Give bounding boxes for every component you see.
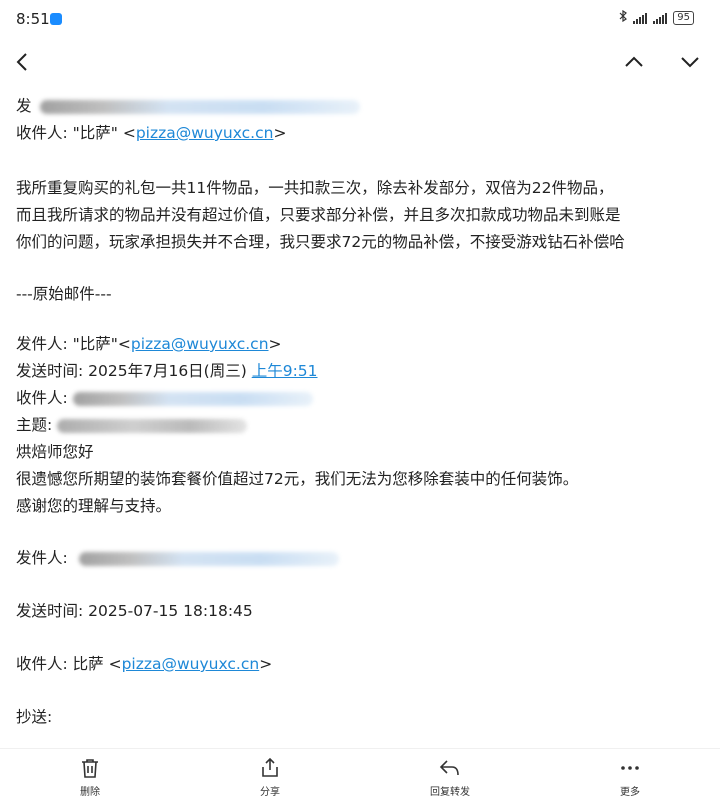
redacted-recipient (72, 391, 313, 406)
to2-email-link[interactable]: pizza@wuyuxc.cn (122, 655, 260, 673)
previous-email-button[interactable] (620, 48, 648, 76)
chevron-down-icon (681, 57, 699, 68)
chevron-up-icon (625, 56, 643, 67)
orig-sent-time-link[interactable]: 上午9:51 (252, 362, 318, 380)
redacted-sender-2 (78, 551, 339, 566)
body-line-1: 我所重复购买的礼包一共11件物品，一共扣款三次，除去补发部分，双倍为22件物品， (16, 179, 614, 197)
sent2-line: 发送时间: 2025-07-15 18:18:45 (16, 602, 253, 620)
reply-forward-button[interactable]: 回复转发 (410, 757, 490, 798)
cc-line: 抄送: (16, 708, 53, 726)
recipient-line: 收件人: "比萨" <pizza@wuyuxc.cn> (16, 124, 287, 142)
body-line-2: 而且我所请求的物品并没有超过价值，只要求部分补偿，并且多次扣款成功物品未到账是 (16, 206, 621, 224)
redacted-subject (57, 418, 248, 433)
toolbar (0, 40, 720, 84)
orig-sent-line: 发送时间: 2025年7月16日(周三) 上午9:51 (16, 362, 318, 380)
reply-line-2: 感谢您的理解与支持。 (16, 497, 172, 515)
delete-button[interactable]: 删除 (50, 757, 130, 798)
more-button[interactable]: 更多 (590, 757, 670, 798)
more-dots-icon (621, 766, 639, 770)
back-button[interactable] (8, 48, 36, 76)
redacted-sender (40, 99, 361, 114)
battery-icon: 95 (673, 10, 694, 25)
share-button[interactable]: 分享 (230, 757, 310, 798)
orig-subject-line: 主题: (16, 413, 248, 435)
notification-icon (50, 13, 62, 25)
back-arrow-icon (16, 53, 27, 71)
orig-from-email-link[interactable]: pizza@wuyuxc.cn (131, 335, 269, 353)
recipient-email-link[interactable]: pizza@wuyuxc.cn (136, 124, 274, 142)
signal-icon (633, 12, 648, 24)
status-time: 8:51 (16, 10, 50, 28)
next-email-button[interactable] (676, 48, 704, 76)
body-line-3: 你们的问题，玩家承担损失并不合理，我只要求72元的物品补偿，不接受游戏钻石补偿哈 (16, 233, 625, 251)
bluetooth-icon (619, 9, 628, 25)
to2-line: 收件人: 比萨 <pizza@wuyuxc.cn> (16, 655, 273, 673)
orig-to-line: 收件人: (16, 386, 313, 408)
share-icon (262, 757, 278, 777)
reply-icon (439, 760, 459, 776)
status-indicators: 95 (619, 9, 694, 25)
greeting: 烘焙师您好 (16, 443, 94, 461)
bottom-action-bar: 删除 分享 回复转发 更多 (0, 748, 720, 809)
signal-2-icon (653, 12, 668, 24)
from2-line: 发件人: (16, 546, 339, 568)
original-mail-header: ---原始邮件--- (16, 285, 112, 303)
orig-from-line: 发件人: "比萨"<pizza@wuyuxc.cn> (16, 335, 282, 353)
reply-line-1: 很遗憾您所期望的装饰套餐价值超过72元，我们无法为您移除套装中的任何装饰。 (16, 470, 579, 488)
trash-icon (82, 759, 98, 778)
quoted-from-line: 发 (16, 94, 361, 116)
status-bar: 8:51 95 (0, 0, 720, 40)
